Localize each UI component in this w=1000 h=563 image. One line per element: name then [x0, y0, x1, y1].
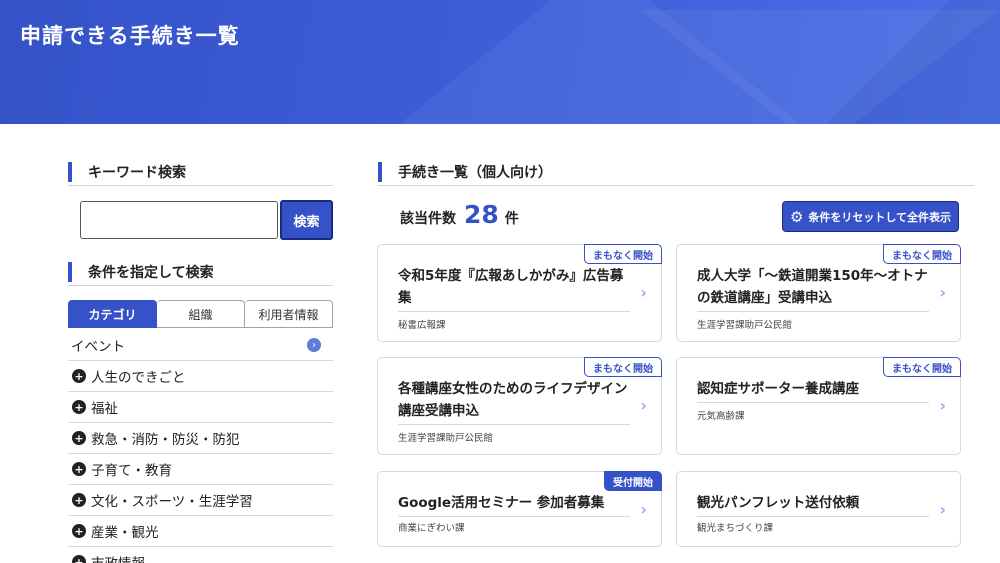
procedure-title: 各種講座女性のためのライフデザイン講座受講申込 [398, 378, 630, 425]
procedure-list-heading-label: 手続き一覧（個人向け） [398, 164, 552, 181]
category-item-label: 文化・スポーツ・生涯学習 [91, 494, 253, 510]
filter-tabs: カテゴリ 組織 利用者情報 [68, 300, 333, 328]
category-item-label: 市政情報 [91, 552, 145, 563]
procedure-list-heading: 手続き一覧（個人向け） [378, 158, 974, 186]
status-badge: まもなく開始 [883, 357, 961, 377]
keyword-search-input[interactable] [80, 201, 278, 239]
status-badge: まもなく開始 [584, 244, 662, 264]
procedure-department: 観光まちづくり課 [697, 523, 774, 534]
tab-category[interactable]: カテゴリ [68, 300, 157, 328]
category-item-industry[interactable]: + 産業・観光 [68, 516, 333, 547]
procedure-card[interactable]: まもなく開始 令和5年度『広報あしかがみ』広告募集 秘書広報課 › [377, 244, 662, 342]
category-item-childcare[interactable]: + 子育て・教育 [68, 454, 333, 485]
procedure-card[interactable]: 観光パンフレット送付依頼 観光まちづくり課 › [676, 471, 961, 547]
search-button[interactable]: 検索 [280, 200, 333, 240]
category-item-city-info[interactable]: + 市政情報 [68, 547, 333, 563]
tab-user-info[interactable]: 利用者情報 [245, 300, 333, 328]
category-item-label: 子育て・教育 [91, 463, 172, 479]
chevron-right-icon: › [307, 338, 321, 352]
chevron-right-icon: › [939, 283, 946, 302]
plus-icon: + [72, 555, 86, 563]
result-count-unit: 件 [504, 211, 519, 227]
plus-icon: + [72, 493, 86, 507]
banner-decoration [820, 0, 1000, 124]
chevron-right-icon: › [640, 500, 647, 519]
category-item-label: イベント [71, 339, 125, 355]
reset-filters-button[interactable]: ⚙ 条件をリセットして全件表示 [782, 201, 959, 232]
status-badge: まもなく開始 [883, 244, 961, 264]
category-list: イベント › + 人生のできごと + 福祉 + 救急・消防・防災・防犯 + 子育… [68, 330, 333, 563]
procedure-department: 生涯学習課助戸公民館 [697, 320, 793, 331]
procedure-department: 元気高齢課 [697, 411, 745, 422]
category-item-label: 人生のできごと [91, 370, 186, 386]
filter-search-heading: 条件を指定して検索 [68, 258, 333, 286]
chevron-right-icon: › [640, 283, 647, 302]
procedure-department: 商業にぎわい課 [398, 523, 465, 534]
plus-icon: + [72, 400, 86, 414]
procedure-department: 生涯学習課助戸公民館 [398, 433, 494, 444]
category-item-welfare[interactable]: + 福祉 [68, 392, 333, 423]
procedure-card[interactable]: まもなく開始 各種講座女性のためのライフデザイン講座受講申込 生涯学習課助戸公民… [377, 357, 662, 455]
plus-icon: + [72, 431, 86, 445]
keyword-search-heading: キーワード検索 [68, 158, 333, 186]
result-count: 該当件数 28 件 [400, 200, 519, 230]
filter-search-heading-label: 条件を指定して検索 [88, 264, 214, 281]
plus-icon: + [72, 524, 86, 538]
status-badge: まもなく開始 [584, 357, 662, 377]
category-item-event[interactable]: イベント › [68, 330, 333, 361]
plus-icon: + [72, 462, 86, 476]
category-item-culture[interactable]: + 文化・スポーツ・生涯学習 [68, 485, 333, 516]
procedure-title: 令和5年度『広報あしかがみ』広告募集 [398, 265, 630, 312]
procedure-title: 成人大学「～鉄道開業150年～オトナの鉄道講座」受講申込 [697, 265, 929, 312]
tab-organization[interactable]: 組織 [157, 300, 245, 328]
category-item-label: 福祉 [91, 401, 118, 417]
procedure-department: 秘書広報課 [398, 320, 446, 331]
page-title: 申請できる手続き一覧 [20, 24, 240, 48]
chevron-right-icon: › [640, 396, 647, 415]
procedure-title: 認知症サポーター養成講座 [697, 378, 929, 403]
page-header-banner: 申請できる手続き一覧 [0, 0, 1000, 124]
procedure-card[interactable]: まもなく開始 認知症サポーター養成講座 元気高齢課 › [676, 357, 961, 455]
result-count-value: 28 [464, 200, 499, 229]
status-badge: 受付開始 [604, 471, 662, 491]
category-item-life-events[interactable]: + 人生のできごと [68, 361, 333, 392]
reset-filters-label: 条件をリセットして全件表示 [808, 210, 952, 224]
category-item-emergency[interactable]: + 救急・消防・防災・防犯 [68, 423, 333, 454]
result-count-label: 該当件数 [400, 211, 456, 227]
category-item-label: 産業・観光 [91, 525, 159, 541]
chevron-right-icon: › [939, 500, 946, 519]
procedure-title: Google活用セミナー 参加者募集 [398, 492, 630, 517]
procedure-card[interactable]: まもなく開始 成人大学「～鉄道開業150年～オトナの鉄道講座」受講申込 生涯学習… [676, 244, 961, 342]
category-item-label: 救急・消防・防災・防犯 [91, 432, 240, 448]
keyword-search-heading-label: キーワード検索 [88, 164, 186, 181]
gear-icon: ⚙ [789, 207, 804, 226]
procedure-title: 観光パンフレット送付依頼 [697, 492, 929, 517]
chevron-right-icon: › [939, 396, 946, 415]
procedure-card[interactable]: 受付開始 Google活用セミナー 参加者募集 商業にぎわい課 › [377, 471, 662, 547]
plus-icon: + [72, 369, 86, 383]
